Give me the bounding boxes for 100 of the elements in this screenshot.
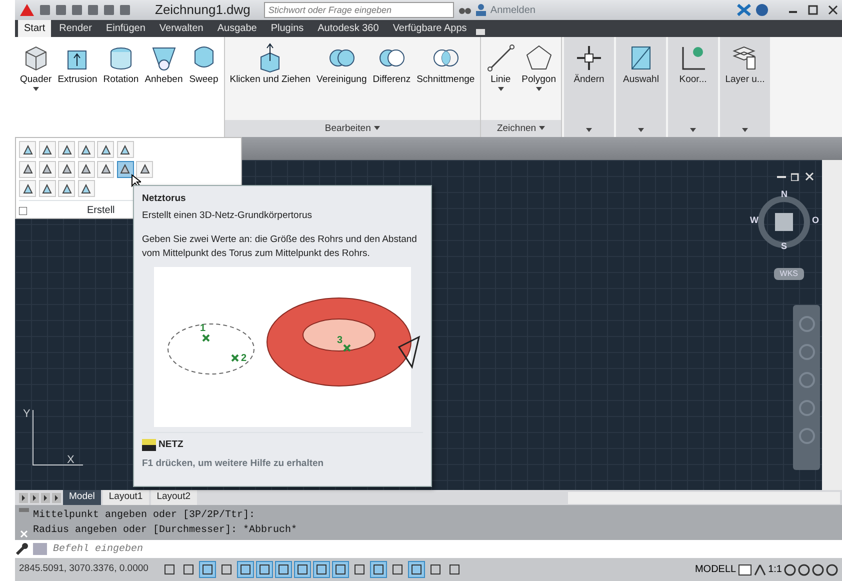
tool-button[interactable] (58, 160, 75, 178)
ribbon-button[interactable]: Vereinigung (314, 43, 369, 88)
drafting-aid-icon (430, 564, 441, 575)
drafting-aid-icon (240, 564, 251, 575)
maximize-icon[interactable] (808, 5, 818, 15)
tool-button[interactable] (78, 160, 94, 178)
status-toggle[interactable] (237, 561, 254, 578)
coordinates-readout: 2845.5091, 3070.3376, 0.0000 (19, 562, 150, 576)
tool-button[interactable] (38, 180, 56, 197)
ribbon-tab[interactable]: Autodesk 360 (312, 20, 385, 37)
window-title: Zeichnung1.dwg (155, 1, 250, 20)
drafting-aid-icon (297, 564, 308, 575)
tool-button[interactable] (136, 160, 153, 178)
ribbon-button[interactable]: Rotation (101, 43, 141, 88)
command-history-line: Mittelpunkt angeben oder [3P/2P/Ttr]: (33, 508, 256, 522)
status-toggle[interactable] (313, 561, 330, 578)
drafting-aid-icon (164, 564, 175, 575)
ribbon-button[interactable]: Differenz (370, 43, 413, 88)
status-toggle[interactable] (294, 561, 311, 578)
ribbon-button[interactable]: Klicken und Ziehen (228, 43, 313, 88)
tool-button[interactable] (78, 180, 94, 197)
tooltip-description: Geben Sie zwei Werte an: die Größe des Rohrs und den Abstand vom Mittelpunkt des Torus zum Mittelpunkt des Rohrs. (142, 233, 418, 262)
tool-button[interactable] (38, 141, 56, 158)
status-toggle[interactable] (370, 561, 387, 578)
caret-icon (538, 126, 545, 130)
tool-button[interactable] (116, 160, 134, 178)
tool-button[interactable] (58, 141, 75, 158)
tool-button[interactable] (78, 141, 94, 158)
shape-icon (22, 144, 34, 156)
tool-button[interactable] (19, 160, 36, 178)
pin-icon[interactable] (19, 206, 27, 214)
grip-icon[interactable] (19, 508, 29, 512)
ribbon-tab[interactable]: Start (18, 20, 52, 37)
vertical-scrollbar[interactable] (822, 160, 842, 490)
command-icon (142, 438, 156, 451)
ribbon-button[interactable]: Polygon (520, 43, 558, 92)
status-toggle[interactable] (332, 561, 349, 578)
horizontal-scrollbar[interactable] (568, 492, 840, 504)
line-icon (486, 43, 516, 73)
shape-icon (80, 182, 92, 194)
shape-icon (100, 144, 112, 156)
panel-title[interactable]: Zeichnen (480, 120, 562, 137)
drafting-aid-icon (449, 564, 460, 575)
tool-button[interactable] (97, 141, 114, 158)
ribbon-tab[interactable]: Plugins (264, 20, 310, 37)
tool-button[interactable] (38, 160, 56, 178)
shape-icon (41, 182, 53, 194)
collapsed-panel-button[interactable]: Ändern (564, 37, 614, 137)
status-toggle[interactable] (275, 561, 292, 578)
ribbon-tab[interactable]: Verfügbare Apps (386, 20, 473, 37)
shape-icon (119, 163, 131, 175)
ribbon-button[interactable]: Linie (484, 43, 518, 92)
ribbon-tab[interactable]: Verwalten (153, 20, 210, 37)
tool-button[interactable] (19, 180, 36, 197)
layout-tab[interactable]: Layout2 (150, 490, 196, 505)
collapsed-panel-button[interactable]: Layer u... (720, 37, 770, 137)
ribbon-button[interactable]: Extrusion (56, 43, 100, 88)
tool-button[interactable] (19, 141, 36, 158)
help-hint: F1 drücken, um weitere Hilfe zu erhalten (142, 456, 325, 471)
close-icon[interactable] (828, 5, 838, 15)
tool-button[interactable] (97, 160, 114, 178)
caret-icon (638, 128, 644, 132)
user-icon (476, 4, 486, 16)
status-toggle[interactable] (199, 561, 216, 578)
tool-button[interactable] (58, 180, 75, 197)
point-label: 2 (241, 352, 247, 364)
collapsed-panel-button[interactable]: Koor... (668, 37, 718, 137)
prev-arrow-icon[interactable] (30, 492, 39, 502)
panel-title[interactable]: Bearbeiten (224, 120, 480, 137)
drafting-aid-icon (335, 564, 346, 575)
drafting-aid-icon (392, 564, 403, 575)
model-space-toggle[interactable]: MODELL (694, 562, 736, 577)
ribbon-button[interactable]: Schnittmenge (414, 43, 477, 88)
point-marker (202, 334, 210, 342)
layout-tab[interactable]: Model (63, 490, 101, 505)
annotation-scale[interactable]: 1:1 (768, 562, 782, 577)
ribbon-tab[interactable]: Ausgabe (211, 20, 263, 37)
status-toggle[interactable] (256, 561, 273, 578)
caret-icon (742, 128, 748, 132)
caret-icon (374, 126, 380, 130)
shape-icon (22, 163, 34, 175)
panel-title: Erstell (87, 204, 115, 218)
ribbon-tab[interactable]: Render (53, 20, 98, 37)
next-arrow-icon[interactable] (41, 492, 50, 502)
tool-button[interactable] (116, 141, 134, 158)
collapsed-panel-button[interactable]: Auswahl (616, 37, 666, 137)
point-label: 1 (200, 322, 206, 334)
search-field[interactable]: Stichwort oder Frage eingeben (264, 2, 454, 18)
ribbon-tab[interactable]: Einfügen (100, 20, 152, 37)
wrench-icon[interactable] (15, 542, 29, 556)
ribbon-button[interactable]: Quader (18, 43, 54, 92)
ribbon-button[interactable]: Anheben (142, 43, 185, 88)
status-toggle[interactable] (408, 561, 425, 578)
layout-icon[interactable] (738, 564, 752, 576)
restore-icon[interactable] (791, 172, 800, 181)
shape-icon (119, 144, 131, 156)
layout-tab[interactable]: Layout1 (102, 490, 149, 505)
compass-label: N (781, 190, 788, 199)
ribbon-button[interactable]: Sweep (186, 43, 221, 88)
app-logo-icon[interactable] (19, 3, 35, 17)
